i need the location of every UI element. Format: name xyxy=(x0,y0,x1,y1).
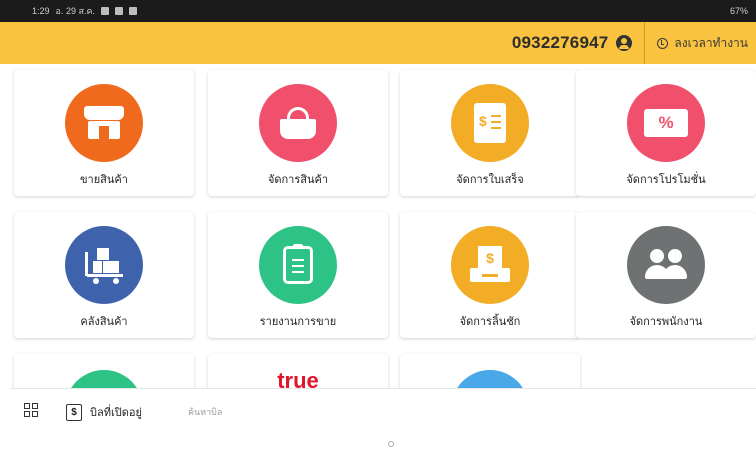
receipt-icon: $ xyxy=(451,84,529,162)
true-logo: true xyxy=(277,368,319,390)
menu-manage-promotions[interactable]: % จัดการโปรโมชั่น xyxy=(576,70,756,196)
clock-in-label: ลงเวลาทำงาน xyxy=(674,35,748,50)
bill-icon: $ xyxy=(66,403,82,421)
app-header: 0932276947 ลงเวลาทำงาน xyxy=(0,22,756,64)
menu-manage-receipts[interactable]: $ จัดการใบเสร็จ xyxy=(400,70,580,196)
menu-label: จัดการลิ้นชัก xyxy=(459,316,521,328)
menu-label: คลังสินค้า xyxy=(80,316,128,328)
menu-label: จัดการพนักงาน xyxy=(629,316,703,328)
staff-icon xyxy=(627,226,705,304)
battery-indicator: 67% xyxy=(729,6,748,16)
notification-icon xyxy=(114,7,123,15)
menu-label: จัดการสินค้า xyxy=(267,174,329,186)
notification-icon xyxy=(128,7,137,15)
menu-sell-products[interactable]: ขายสินค้า xyxy=(14,70,194,196)
menu-grid-button[interactable] xyxy=(24,403,38,417)
menu-circle-icon xyxy=(65,370,143,390)
menu-manage-staff[interactable]: จัดการพนักงาน xyxy=(576,212,756,338)
phone-number: 0932276947 xyxy=(511,33,609,52)
clock-icon xyxy=(657,37,669,49)
cash-drawer-icon: $ xyxy=(451,226,529,304)
status-time: 1:29 xyxy=(32,6,50,16)
menu-label: รายงานการขาย xyxy=(259,316,337,328)
open-bills-button[interactable]: $ บิลที่เปิดอยู่ xyxy=(66,403,142,421)
basket-icon xyxy=(259,84,337,162)
nav-home-indicator[interactable] xyxy=(388,441,394,447)
menu-item-partial[interactable] xyxy=(400,354,580,390)
clipboard-icon xyxy=(259,226,337,304)
menu-sales-report[interactable]: รายงานการขาย xyxy=(208,212,388,338)
bill-search-input[interactable]: ค้นหาบิล xyxy=(188,405,222,419)
coupon-icon: % xyxy=(627,84,705,162)
warehouse-cart-icon xyxy=(65,226,143,304)
store-icon xyxy=(65,84,143,162)
grid-icon xyxy=(24,403,38,417)
user-circle-icon xyxy=(616,35,633,51)
menu-warehouse[interactable]: คลังสินค้า xyxy=(14,212,194,338)
menu-truemoney[interactable]: true xyxy=(208,354,388,390)
menu-circle-icon xyxy=(451,370,529,390)
open-bills-label: บิลที่เปิดอยู่ xyxy=(90,407,142,419)
menu-label: ขายสินค้า xyxy=(80,174,128,186)
clock-in-button[interactable]: ลงเวลาทำงาน xyxy=(645,22,756,64)
bottom-bar: $ บิลที่เปิดอยู่ ค้นหาบิล xyxy=(10,388,756,452)
menu-manage-drawer[interactable]: $ จัดการลิ้นชัก xyxy=(400,212,580,338)
notification-icon xyxy=(100,7,109,15)
menu-item-partial[interactable] xyxy=(14,354,194,390)
menu-grid: ขายสินค้า จัดการสินค้า $ จัดการใบเสร็จ %… xyxy=(14,70,756,390)
status-date: อ. 29 ส.ค. xyxy=(55,6,95,16)
account-phone[interactable]: 0932276947 xyxy=(512,22,645,64)
menu-label: จัดการใบเสร็จ xyxy=(456,174,524,186)
menu-manage-products[interactable]: จัดการสินค้า xyxy=(208,70,388,196)
menu-label: จัดการโปรโมชั่น xyxy=(626,174,706,186)
system-status-bar: 1:29 อ. 29 ส.ค. 67% xyxy=(0,0,756,22)
